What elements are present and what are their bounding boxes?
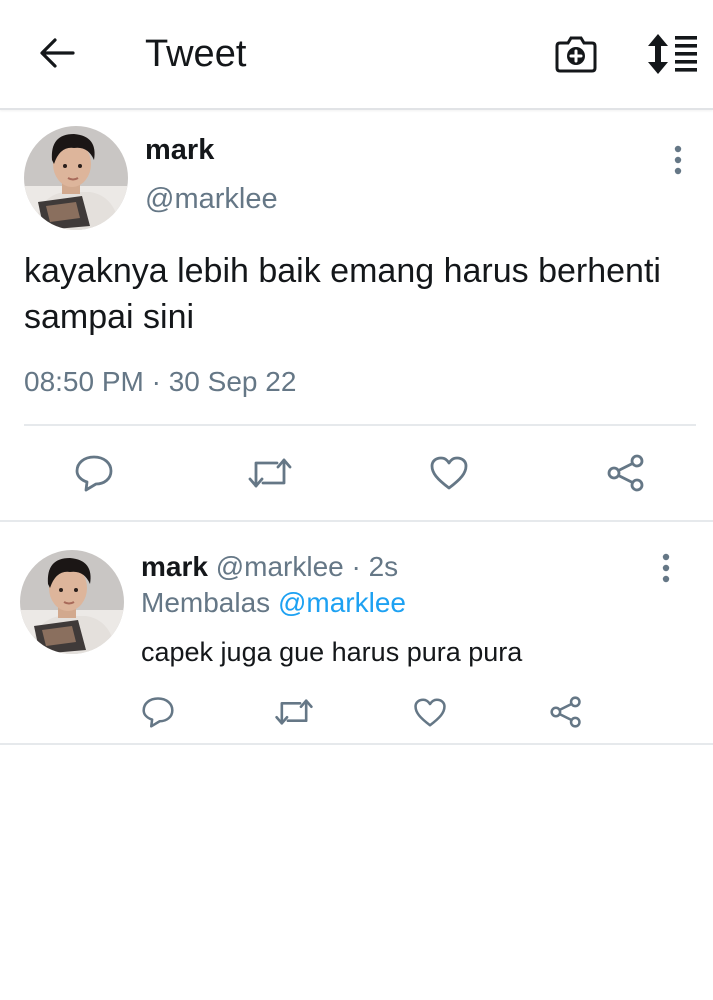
tweet-text: kayaknya lebih baik emang harus berhenti…: [24, 252, 661, 336]
author-name[interactable]: mark: [145, 134, 214, 167]
retweet-button[interactable]: [246, 452, 294, 494]
mention-link[interactable]: @marklee: [278, 587, 406, 618]
reply-icon: [75, 455, 113, 492]
profile-photo: [20, 550, 124, 654]
more-options-button[interactable]: [650, 550, 682, 586]
divider: [0, 743, 713, 745]
replying-to: Membalas @marklee: [141, 586, 406, 620]
tweet-timestamp: 08:50 PM · 30 Sep 22: [24, 366, 297, 397]
like-icon: [430, 456, 468, 490]
reply-header: mark @marklee · 2s: [141, 550, 398, 584]
profile-photo: [24, 126, 128, 230]
retweet-icon: [275, 699, 313, 725]
like-icon: [414, 697, 446, 727]
more-options-button[interactable]: [662, 142, 694, 178]
avatar[interactable]: [24, 126, 128, 230]
retweet-icon: [248, 458, 292, 488]
divider: [0, 520, 713, 522]
page-title: Tweet: [145, 33, 247, 75]
like-button[interactable]: [427, 452, 471, 494]
avatar[interactable]: [20, 550, 124, 654]
share-icon: [550, 696, 581, 728]
sort-button[interactable]: [644, 30, 700, 78]
more-vertical-icon: [662, 553, 670, 583]
like-button[interactable]: [410, 694, 450, 730]
reply-icon: [142, 697, 174, 728]
share-button[interactable]: [604, 452, 648, 494]
camera-plus-icon: [555, 36, 597, 73]
camera-button[interactable]: [552, 30, 600, 78]
more-vertical-icon: [674, 145, 682, 175]
share-icon: [607, 454, 644, 492]
sort-list-icon: [648, 34, 697, 74]
author-name[interactable]: mark: [141, 551, 208, 582]
top-app-bar: Tweet: [0, 0, 713, 110]
arrow-left-icon: [40, 38, 75, 68]
author-handle[interactable]: @marklee: [145, 183, 278, 216]
back-button[interactable]: [34, 30, 80, 76]
share-button[interactable]: [546, 694, 586, 730]
tweet-text: capek juga gue harus pura pura: [141, 637, 523, 667]
reply-button[interactable]: [72, 452, 116, 494]
reply-button[interactable]: [138, 694, 178, 730]
author-handle-time[interactable]: @marklee · 2s: [216, 551, 398, 582]
divider: [24, 424, 696, 426]
replying-label: Membalas: [141, 587, 271, 618]
retweet-button[interactable]: [272, 694, 316, 730]
